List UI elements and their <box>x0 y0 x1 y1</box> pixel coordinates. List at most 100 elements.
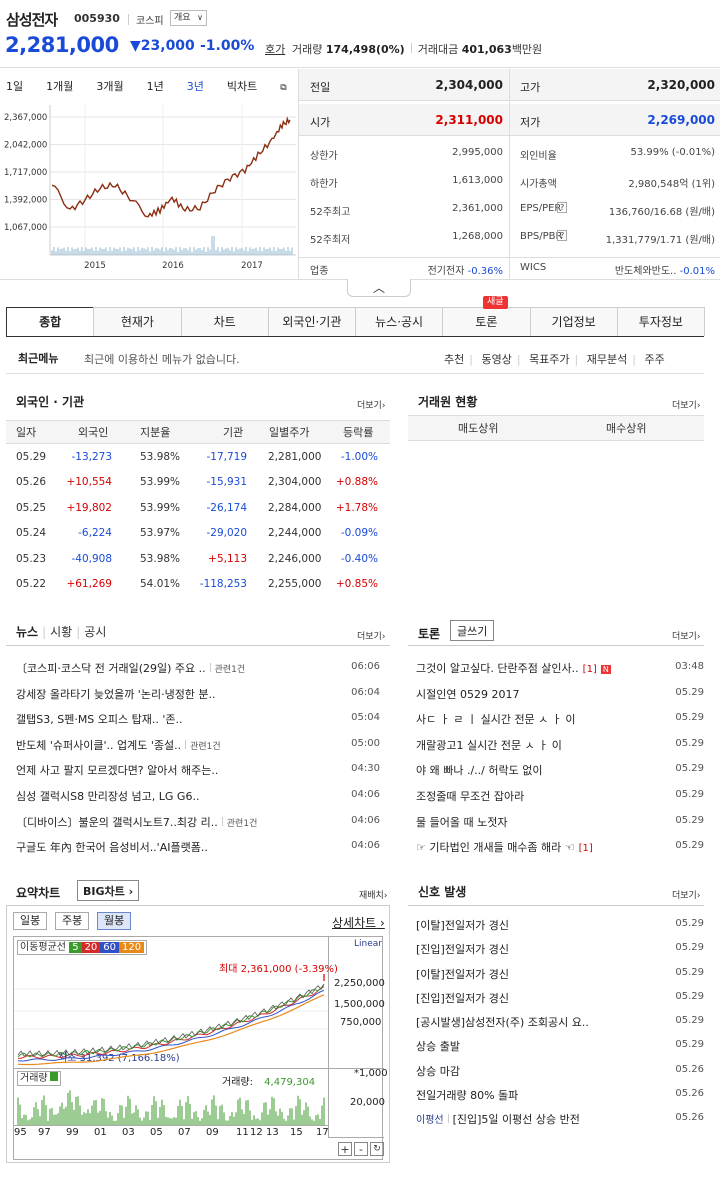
wics-value[interactable]: 반도체와반도.. -0.01% <box>615 262 715 277</box>
news-item[interactable]: 구글도 年內 한국어 음성비서..'AI플랫폼.. 04:06 <box>16 834 380 860</box>
link-shareholder[interactable]: 주주 <box>644 353 664 366</box>
period-tabs: 1일 1개월 3개월 1년 3년 빅차트 ⧉ <box>6 78 333 94</box>
col-inst: 기관 <box>223 426 244 439</box>
signal-item[interactable]: [진입]전일저가 경신 05.29 <box>416 936 704 960</box>
news-title: 구글도 年內 한국어 음성비서..'AI플랫폼.. <box>16 839 208 855</box>
related-count[interactable]: 관련1건 <box>190 742 221 752</box>
foreign-more-link[interactable]: 더보기› <box>357 398 385 411</box>
related-count[interactable]: 관련1건 <box>215 665 246 675</box>
x-tick-label: 03 <box>122 1127 135 1138</box>
link-video[interactable]: 동영상 <box>481 353 511 366</box>
forum-item[interactable]: 물 들어올 때 노젓자 05.29 <box>416 809 704 835</box>
forum-item[interactable]: 그것이 알고싶다. 단란주점 살인사.. [1] N 03:48 <box>416 655 704 681</box>
forum-item[interactable]: 시절인연 0529 2017 05.29 <box>416 681 704 707</box>
signal-item[interactable]: 상승 출발 05.29 <box>416 1033 704 1057</box>
x-tick-label: 99 <box>66 1127 79 1138</box>
help-icon[interactable]: ? <box>557 230 568 241</box>
forum-item[interactable]: 야 왜 빠나 ./../ 허락도 없이 05.29 <box>416 757 704 783</box>
period-1d[interactable]: 1일 <box>6 78 23 94</box>
more-label: 더보기 <box>672 401 697 411</box>
news-item[interactable]: 〔코스피·코스닥 전 거래일(29일) 주요 .. 관련1건 06:06 <box>16 655 380 681</box>
write-post-button[interactable]: 글쓰기 <box>450 620 495 641</box>
period-1y[interactable]: 1년 <box>147 78 164 94</box>
forum-date: 05.29 <box>675 763 704 775</box>
help-icon[interactable]: ? <box>557 202 568 213</box>
x-tick-label: 15 <box>290 1127 303 1138</box>
news-item[interactable]: 〔디바이스〕불운의 갤럭시노트7..최강 리.. 관련1건 04:06 <box>16 809 380 835</box>
signal-text: 상승 출발 <box>416 1038 460 1054</box>
signal-more-link[interactable]: 더보기› <box>672 888 700 901</box>
sector-change: -0.36% <box>467 266 503 277</box>
tab-forum[interactable]: 토론 <box>442 307 531 336</box>
period-3m[interactable]: 3개월 <box>96 78 123 94</box>
signal-item[interactable]: 상승 마감 05.26 <box>416 1058 704 1082</box>
tab-chart[interactable]: 차트 <box>180 307 269 336</box>
sector-value[interactable]: 전기전자 -0.36% <box>428 262 503 277</box>
news-more-link[interactable]: 더보기› <box>357 629 385 642</box>
link-target-price[interactable]: 목표주가 <box>529 353 569 366</box>
forum-item[interactable]: 조정줄때 무조건 잡아라 05.29 <box>416 783 704 809</box>
tab-overview[interactable]: 종합 <box>6 307 95 336</box>
detail-chart-link[interactable]: 상세차트 › <box>332 914 385 931</box>
tab-company[interactable]: 기업정보 <box>529 307 618 336</box>
forum-more-link[interactable]: 더보기› <box>672 629 700 642</box>
collapse-button[interactable]: ︿ <box>347 279 411 297</box>
broker-more-link[interactable]: 더보기› <box>672 398 700 411</box>
forum-item[interactable]: ☞ 기타법인 개새들 매수좀 해라 ☜ [1] 05.29 <box>416 834 704 860</box>
amount-unit: 백만원 <box>511 43 543 56</box>
news-item[interactable]: 갤탭S3, S펜·MS 오피스 탑재.. '존.. 05:04 <box>16 706 380 732</box>
tab-market[interactable]: 시황 <box>50 625 72 639</box>
recent-menu-text: 최근에 이용하신 메뉴가 없습니다. <box>84 353 240 366</box>
signal-title: [진입]전일저가 경신 <box>416 991 510 1005</box>
signal-item[interactable]: [이탈]전일저가 경신 05.29 <box>416 912 704 936</box>
period-1m[interactable]: 1개월 <box>46 78 73 94</box>
refresh-icon[interactable]: ↻ <box>370 1142 384 1156</box>
tab-disclosure[interactable]: 공시 <box>84 625 106 639</box>
news-item[interactable]: 언제 사고 팔지 모르겠다면? 알아서 해주는.. 04:30 <box>16 757 380 783</box>
hoga-link[interactable]: 호가 <box>265 41 285 57</box>
period-3y[interactable]: 3년 <box>187 78 204 94</box>
related-count[interactable]: 관련1건 <box>227 819 258 829</box>
divider <box>509 69 510 279</box>
weekly-button[interactable]: 주봉 <box>55 912 90 930</box>
divider: | <box>76 625 81 639</box>
signal-list: [이탈]전일저가 경신 05.29 [진입]전일저가 경신 05.29 [이탈]전일저가… <box>416 912 704 1131</box>
tab-foreign-inst[interactable]: 외국인·기관 <box>267 307 356 336</box>
chevron-right-icon: › <box>696 891 701 901</box>
tab-news[interactable]: 뉴스·공시 <box>355 307 444 336</box>
label: 52주최고 <box>310 207 351 218</box>
news-item[interactable]: 반도체 '슈퍼사이클'.. 업계도 '종설.. 관련1건 05:00 <box>16 732 380 758</box>
forum-item[interactable]: 개랄광고1 실시간 전문 ㅅ ㅏ 이 05.29 <box>416 732 704 758</box>
summary-volume-chart <box>17 1090 325 1125</box>
signal-item[interactable]: [공시발생]삼성전자(주) 조회공시 요.. 05.29 <box>416 1009 704 1033</box>
volume-readout: 거래량: 4,479,304 <box>222 1073 315 1088</box>
new-icon: N <box>600 665 611 674</box>
zoom-controls: + - ↻ <box>338 1142 384 1156</box>
signal-item[interactable]: 이평선 [진입]5일 이평선 상승 반전 05.26 <box>416 1106 704 1130</box>
monthly-button[interactable]: 월봉 <box>97 912 132 930</box>
overview-dropdown[interactable]: 개요 ∨ <box>170 10 207 26</box>
news-item[interactable]: 강세장 올라타기 늦었을까 '논리·냉정한 분.. 06:04 <box>16 681 380 707</box>
signal-item[interactable]: [진입]전일저가 경신 05.29 <box>416 985 704 1009</box>
news-time: 04:06 <box>351 814 380 826</box>
news-item[interactable]: 심성 갤럭시S8 만리장성 넘고, LG G6.. 04:06 <box>16 783 380 809</box>
signal-item[interactable]: 전일거래량 80% 돌파 05.26 <box>416 1082 704 1106</box>
popup-icon: ⧉ <box>280 83 287 93</box>
tab-current-price[interactable]: 현재가 <box>93 307 182 336</box>
zoom-in-button[interactable]: + <box>338 1142 352 1156</box>
tab-news-list[interactable]: 뉴스 <box>16 625 38 639</box>
signal-item[interactable]: [이탈]전일저가 경신 05.29 <box>416 961 704 985</box>
rearrange-link[interactable]: 재배치› <box>359 888 387 901</box>
tab-invest[interactable]: 투자정보 <box>616 307 705 336</box>
zoom-out-button[interactable]: - <box>354 1142 368 1156</box>
ma20-line <box>17 986 325 1059</box>
link-financial[interactable]: 재무분석 <box>587 353 627 366</box>
big-chart-button[interactable]: BIG차트 › <box>77 880 140 901</box>
forum-item[interactable]: 사ㄷ ㅏ ㄹ ㅣ 실시간 전문 ㅅ ㅏ 이 05.29 <box>416 706 704 732</box>
cell-price: 2,255,000 <box>268 578 322 591</box>
link-recommend[interactable]: 추천 <box>444 353 464 366</box>
cell-date: 05.26 <box>16 476 47 489</box>
daily-button[interactable]: 일봉 <box>13 912 48 930</box>
volume-info: 거래량 174,498(0%) 거래대금 401,063백만원 <box>292 41 542 57</box>
volume-value: 174,498(0%) <box>325 43 405 56</box>
